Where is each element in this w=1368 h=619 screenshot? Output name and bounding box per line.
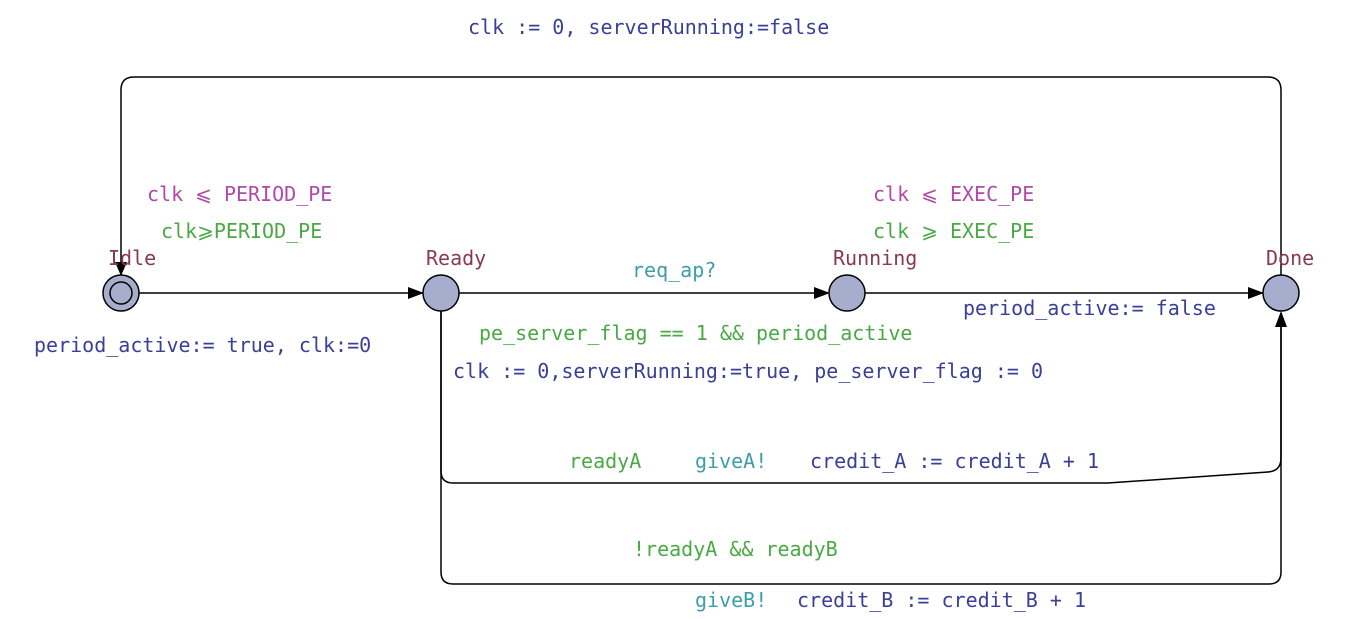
arrowhead-ready — [408, 287, 424, 299]
ready-done-a-guard: readyA — [569, 449, 641, 473]
ready-done-a-assignment: credit_A := credit_A + 1 — [810, 449, 1099, 473]
location-ready-label: Ready — [426, 246, 486, 270]
location-idle-label: Idle — [108, 246, 156, 270]
edge-ready-to-done-b — [440, 311, 1282, 585]
running-done-assignment: period_active:= false — [963, 296, 1216, 320]
location-running-label: Running — [833, 246, 917, 270]
ready-done-a-sync: giveA! — [695, 449, 767, 473]
ready-running-assignment: clk := 0,serverRunning:=true, pe_server_… — [453, 359, 1043, 383]
arrowhead-running — [814, 287, 830, 299]
location-running-node[interactable] — [828, 274, 866, 312]
reset-assignment: clk := 0, serverRunning:=false — [468, 15, 829, 39]
automaton-diagram: Idle Ready Running Done clk ⩽ PERIOD_PE … — [34, 15, 1314, 612]
location-ready-node[interactable] — [422, 274, 460, 312]
invariant-idle: clk ⩽ PERIOD_PE — [147, 182, 332, 206]
ready-running-sync: req_ap? — [632, 258, 716, 282]
ready-running-guard: pe_server_flag == 1 && period_active — [479, 321, 912, 345]
location-done-node[interactable] — [1262, 274, 1300, 312]
ready-done-b-assignment: credit_B := credit_B + 1 — [797, 588, 1086, 612]
ready-done-b-guard: !readyA && readyB — [633, 537, 838, 561]
arrowhead-done — [1248, 287, 1264, 299]
arrowhead-done-bottom — [1275, 311, 1287, 327]
running-done-guard: clk ⩾ EXEC_PE — [873, 219, 1034, 243]
idle-ready-assignment: period_active:= true, clk:=0 — [34, 333, 371, 357]
ready-done-b-sync: giveB! — [695, 588, 767, 612]
edge-done-to-idle — [120, 76, 1282, 276]
idle-ready-guard: clk⩾PERIOD_PE — [161, 219, 322, 243]
location-done-label: Done — [1266, 246, 1314, 270]
location-idle-node[interactable] — [102, 274, 140, 312]
invariant-running: clk ⩽ EXEC_PE — [873, 182, 1034, 206]
